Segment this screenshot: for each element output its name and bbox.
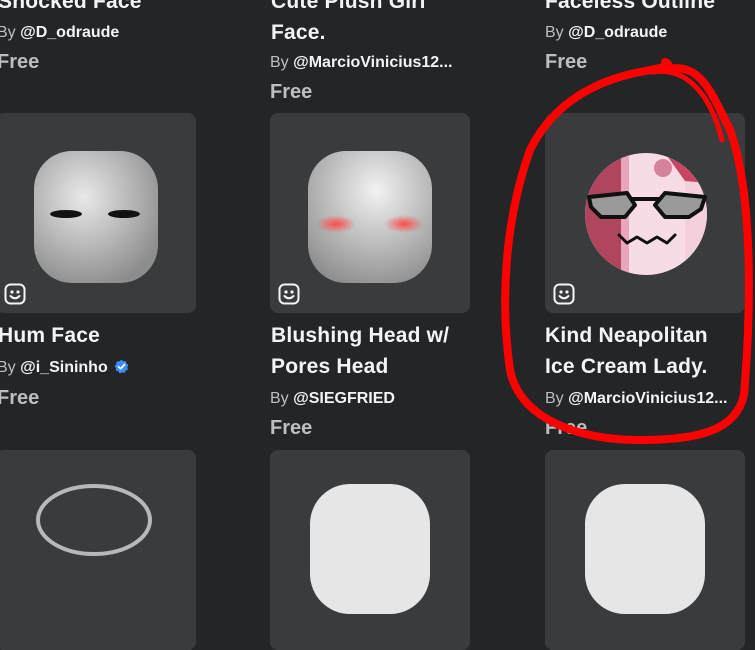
verified-badge-icon xyxy=(114,359,129,374)
creator-handle[interactable]: @SIEGFRIED xyxy=(293,390,395,407)
creator-handle[interactable]: @D_odraude xyxy=(568,24,667,41)
item-title-line-1[interactable]: Kind Neapolitan xyxy=(545,320,708,351)
item-title-line-2[interactable]: Pores Head xyxy=(271,351,389,382)
item-title[interactable]: Shocked Face xyxy=(0,0,142,17)
creator-by-label: By xyxy=(270,390,289,407)
item-title[interactable]: Faceless Outline xyxy=(545,0,715,17)
creator-handle[interactable]: @i_Sininho xyxy=(20,359,108,376)
item-creator[interactable]: By @SIEGFRIED xyxy=(270,389,395,409)
face-badge-icon xyxy=(553,283,575,305)
item-creator[interactable]: By @MarcioVinicius12... xyxy=(270,53,453,73)
creator-handle[interactable]: @D_odraude xyxy=(20,24,119,41)
item-price: Free xyxy=(270,81,313,103)
item-thumbnail-kind-neapolitan[interactable] xyxy=(545,113,745,313)
item-creator[interactable]: By @i_Sininho xyxy=(0,358,129,378)
item-title-line-1[interactable]: Blushing Head w/ xyxy=(271,320,449,351)
item-price: Free xyxy=(545,417,588,439)
item-price: Free xyxy=(0,387,40,409)
item-price: Free xyxy=(0,51,40,73)
item-creator[interactable]: By @D_odraude xyxy=(0,23,119,43)
hum-face-head-image xyxy=(34,151,158,283)
item-creator[interactable]: By @MarcioVinicius12... xyxy=(545,389,728,409)
creator-by-label: By xyxy=(545,24,564,41)
item-price: Free xyxy=(270,417,313,439)
item-thumbnail-blushing-head[interactable] xyxy=(270,113,470,313)
item-thumbnail-bottom-3[interactable] xyxy=(545,450,745,650)
item-thumbnail-bottom-1[interactable] xyxy=(0,450,196,650)
item-thumbnail-hum-face[interactable] xyxy=(0,113,196,313)
item-title[interactable]: Hum Face xyxy=(0,320,100,351)
head-image-partial xyxy=(310,484,430,614)
face-badge-icon xyxy=(4,283,26,305)
creator-by-label: By xyxy=(0,24,16,41)
creator-handle[interactable]: @MarcioVinicius12... xyxy=(293,54,452,71)
item-creator[interactable]: By @D_odraude xyxy=(545,23,667,43)
item-title-line-2[interactable]: Ice Cream Lady. xyxy=(545,351,708,382)
head-image-partial xyxy=(36,484,152,556)
creator-by-label: By xyxy=(545,390,564,407)
item-title-line-1[interactable]: Cute Plush Girl xyxy=(271,0,426,17)
neapolitan-face-image xyxy=(585,153,707,275)
face-badge-icon xyxy=(278,283,300,305)
item-title-line-2[interactable]: Face. xyxy=(271,17,326,48)
blushing-head-image xyxy=(308,151,432,283)
head-image-partial xyxy=(585,484,705,614)
creator-handle[interactable]: @MarcioVinicius12... xyxy=(568,390,727,407)
item-price: Free xyxy=(545,51,588,73)
creator-by-label: By xyxy=(0,359,16,376)
item-thumbnail-bottom-2[interactable] xyxy=(270,450,470,650)
creator-by-label: By xyxy=(270,54,289,71)
